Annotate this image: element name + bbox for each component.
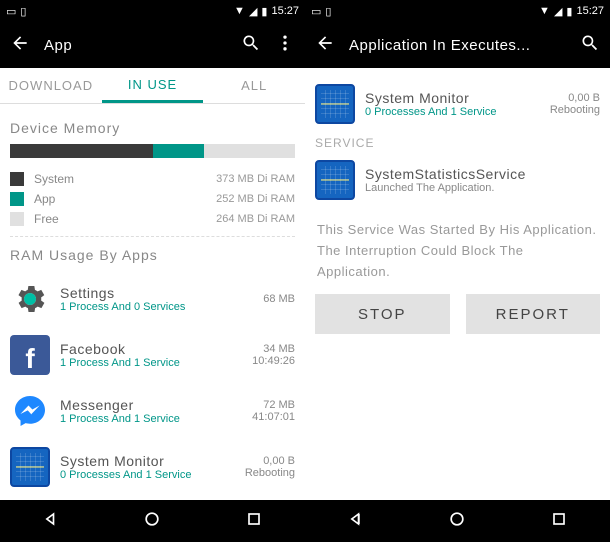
status-bar: ▭ ▯ ▼ ◢ ▮ 15:27: [305, 0, 610, 22]
sim-icon: ▯: [325, 5, 331, 18]
service-row[interactable]: SystemStatisticsServiceLaunched The Appl…: [315, 152, 600, 208]
sysmon-icon: [315, 160, 355, 200]
swatch: [10, 212, 24, 226]
search-button[interactable]: [580, 33, 600, 58]
memory-bar: [10, 144, 295, 158]
device-memory-title: Device Memory: [10, 120, 295, 136]
clock: 15:27: [271, 5, 299, 17]
app-row-messenger[interactable]: Messenger1 Process And 1 Service 72 MB41…: [10, 383, 295, 439]
battery-icon: ▮: [566, 5, 572, 18]
legend-system: System 373 MB Di RAM: [10, 172, 295, 186]
app-sub: 0 Processes And 1 Service: [365, 106, 540, 118]
nav-home[interactable]: [447, 509, 467, 534]
legend-app: App 252 MB Di RAM: [10, 192, 295, 206]
signal-icon: ◢: [249, 5, 257, 18]
app-row-sysmon[interactable]: System Monitor0 Processes And 1 Service …: [10, 439, 295, 495]
swatch: [10, 172, 24, 186]
wifi-icon: ▼: [234, 5, 245, 17]
search-button[interactable]: [241, 33, 261, 58]
app-sub: 1 Process And 1 Service: [60, 357, 242, 369]
app-name: System Monitor: [365, 90, 540, 106]
nav-bar: [0, 500, 305, 542]
app-sub: 1 Process And 1 Service: [60, 413, 242, 425]
nav-recent[interactable]: [244, 509, 264, 534]
app-row-sysmon[interactable]: System Monitor0 Processes And 1 Service …: [315, 76, 600, 132]
wifi-icon: ▼: [539, 5, 550, 17]
app-title: App: [44, 37, 227, 54]
tab-download[interactable]: DOWNLOAD: [0, 68, 102, 103]
back-button[interactable]: [315, 33, 335, 58]
app-name: Settings: [60, 285, 253, 301]
back-button[interactable]: [10, 33, 30, 58]
app-sub: 1 Process And 0 Services: [60, 301, 253, 313]
service-name: SystemStatisticsService: [365, 166, 600, 182]
app-bar: App: [0, 22, 305, 68]
status-bar: ▭ ▯ ▼ ◢ ▮ 15:27: [0, 0, 305, 22]
app-name: Messenger: [60, 397, 242, 413]
service-sub: Launched The Application.: [365, 182, 600, 194]
messenger-icon: [10, 391, 50, 431]
gear-icon: [10, 279, 50, 319]
membar-system: [10, 144, 153, 158]
stop-button[interactable]: STOP: [315, 294, 450, 334]
membar-free: [204, 144, 295, 158]
nav-recent[interactable]: [549, 509, 569, 534]
sim-icon: ▭: [6, 5, 16, 18]
button-row: STOP REPORT: [315, 294, 600, 334]
nav-back[interactable]: [41, 509, 61, 534]
membar-app: [153, 144, 204, 158]
service-description: This Service Was Started By His Applicat…: [317, 220, 598, 282]
sysmon-icon: [10, 447, 50, 487]
tab-inuse[interactable]: IN USE: [102, 68, 204, 103]
service-section-label: SERVICE: [315, 136, 600, 150]
signal-icon: ◢: [554, 5, 562, 18]
right-screen: ▭ ▯ ▼ ◢ ▮ 15:27 Application In Executes.…: [305, 0, 610, 542]
sim-icon: ▭: [311, 5, 321, 18]
nav-home[interactable]: [142, 509, 162, 534]
clock: 15:27: [576, 5, 604, 17]
divider: [10, 236, 295, 237]
sim-icon: ▯: [20, 5, 26, 18]
left-screen: ▭ ▯ ▼ ◢ ▮ 15:27 App DOWNLOAD IN USE ALL …: [0, 0, 305, 542]
overflow-button[interactable]: [275, 33, 295, 58]
tab-all[interactable]: ALL: [203, 68, 305, 103]
sysmon-icon: [315, 84, 355, 124]
app-title: Application In Executes...: [349, 37, 566, 54]
app-sub: 0 Processes And 1 Service: [60, 469, 235, 481]
content-right: System Monitor0 Processes And 1 Service …: [305, 68, 610, 500]
report-button[interactable]: REPORT: [466, 294, 601, 334]
ram-usage-title: RAM Usage By Apps: [10, 247, 295, 263]
battery-icon: ▮: [261, 5, 267, 18]
content-left: Device Memory System 373 MB Di RAM App 2…: [0, 104, 305, 500]
app-row-settings[interactable]: Settings1 Process And 0 Services 68 MB: [10, 271, 295, 327]
tabs: DOWNLOAD IN USE ALL: [0, 68, 305, 104]
swatch: [10, 192, 24, 206]
app-name: Facebook: [60, 341, 242, 357]
nav-bar: [305, 500, 610, 542]
legend-free: Free 264 MB Di RAM: [10, 212, 295, 226]
app-name: System Monitor: [60, 453, 235, 469]
nav-back[interactable]: [346, 509, 366, 534]
app-bar: Application In Executes...: [305, 22, 610, 68]
facebook-icon: f: [10, 335, 50, 375]
app-row-facebook[interactable]: f Facebook1 Process And 1 Service 34 MB1…: [10, 327, 295, 383]
